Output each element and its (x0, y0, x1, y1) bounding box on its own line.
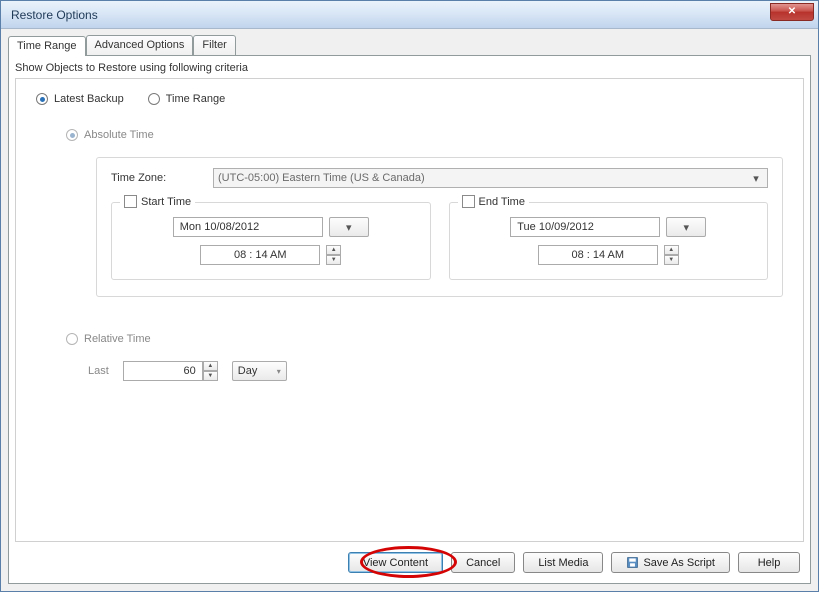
start-date-input[interactable] (173, 217, 323, 237)
spinner-down-icon[interactable]: ▼ (203, 371, 218, 381)
start-time-input[interactable]: 08 : 14 AM (200, 245, 320, 265)
relative-value-spinner[interactable]: ▲ ▼ (203, 361, 218, 381)
save-as-script-button[interactable]: Save As Script (611, 552, 730, 573)
radio-time-range[interactable]: Time Range (148, 93, 226, 105)
start-time-legend[interactable]: Start Time (120, 195, 195, 208)
window-title: Restore Options (11, 8, 770, 22)
spinner-down-icon[interactable]: ▼ (664, 255, 679, 265)
radio-label: Time Range (166, 93, 226, 105)
list-media-button[interactable]: List Media (523, 552, 603, 573)
radio-icon (66, 333, 78, 345)
panel-body: Latest Backup Time Range Absolute Time (15, 78, 804, 542)
radio-label: Relative Time (84, 333, 151, 345)
time-boxes: Start Time ▾ 08 : 14 AM (111, 202, 768, 280)
criteria-label: Show Objects to Restore using following … (15, 60, 804, 78)
start-time-spinner[interactable]: ▲ ▼ (326, 245, 341, 265)
help-button[interactable]: Help (738, 552, 800, 573)
close-button[interactable]: ✕ (770, 3, 814, 21)
radio-label: Absolute Time (84, 129, 154, 141)
radio-relative-time[interactable]: Relative Time (66, 333, 783, 345)
checkbox-start-time[interactable] (124, 195, 137, 208)
button-bar: View Content Cancel List Media Save As S… (15, 542, 804, 577)
radio-icon (66, 129, 78, 141)
legend-label: Start Time (141, 196, 191, 208)
spacer (36, 297, 783, 333)
end-date-dropdown[interactable]: ▾ (666, 217, 706, 237)
relative-time-row: Last ▲ ▼ Day ▾ (88, 361, 783, 381)
chevron-down-icon: ▾ (277, 367, 281, 376)
backup-mode-row: Latest Backup Time Range (36, 93, 783, 105)
tab-panel: Show Objects to Restore using following … (8, 55, 811, 584)
relative-unit-value: Day (238, 365, 258, 377)
relative-value-input[interactable] (123, 361, 203, 381)
legend-label: End Time (479, 196, 525, 208)
radio-latest-backup[interactable]: Latest Backup (36, 93, 124, 105)
end-time-fieldset: End Time ▾ 08 : 14 AM (449, 202, 769, 280)
radio-label: Latest Backup (54, 93, 124, 105)
spinner-up-icon[interactable]: ▲ (664, 245, 679, 255)
relative-unit-select[interactable]: Day ▾ (232, 361, 287, 381)
content-area: Time Range Advanced Options Filter Show … (1, 29, 818, 591)
end-time-spinner[interactable]: ▲ ▼ (664, 245, 679, 265)
spinner-up-icon[interactable]: ▲ (203, 361, 218, 371)
relative-time-section: Relative Time Last ▲ ▼ Day (66, 333, 783, 381)
timezone-select[interactable]: (UTC-05:00) Eastern Time (US & Canada) ▾ (213, 168, 768, 188)
radio-icon (36, 93, 48, 105)
button-label: Save As Script (643, 557, 715, 569)
dialog-window: Restore Options ✕ Time Range Advanced Op… (0, 0, 819, 592)
start-time-fieldset: Start Time ▾ 08 : 14 AM (111, 202, 431, 280)
tab-time-range[interactable]: Time Range (8, 36, 86, 56)
start-date-dropdown[interactable]: ▾ (329, 217, 369, 237)
timezone-value: (UTC-05:00) Eastern Time (US & Canada) (218, 172, 425, 184)
save-icon (626, 556, 639, 569)
view-content-button[interactable]: View Content (348, 552, 443, 573)
spinner-down-icon[interactable]: ▼ (326, 255, 341, 265)
absolute-time-group: Time Zone: (UTC-05:00) Eastern Time (US … (96, 157, 783, 297)
titlebar: Restore Options ✕ (1, 1, 818, 29)
end-date-input[interactable] (510, 217, 660, 237)
radio-icon (148, 93, 160, 105)
chevron-down-icon: ▾ (749, 171, 763, 185)
absolute-time-section: Absolute Time Time Zone: (UTC-05:00) Eas… (66, 129, 783, 297)
chevron-down-icon: ▾ (683, 221, 689, 234)
close-icon: ✕ (788, 6, 796, 17)
end-time-input[interactable]: 08 : 14 AM (538, 245, 658, 265)
spinner-up-icon[interactable]: ▲ (326, 245, 341, 255)
radio-absolute-time[interactable]: Absolute Time (66, 129, 783, 141)
timezone-row: Time Zone: (UTC-05:00) Eastern Time (US … (111, 168, 768, 188)
timezone-label: Time Zone: (111, 172, 181, 184)
end-time-legend[interactable]: End Time (458, 195, 529, 208)
last-label: Last (88, 365, 109, 377)
tab-advanced-options[interactable]: Advanced Options (86, 35, 194, 55)
tab-filter[interactable]: Filter (193, 35, 235, 55)
cancel-button[interactable]: Cancel (451, 552, 515, 573)
checkbox-end-time[interactable] (462, 195, 475, 208)
chevron-down-icon: ▾ (346, 221, 352, 234)
tabs: Time Range Advanced Options Filter (8, 35, 811, 55)
